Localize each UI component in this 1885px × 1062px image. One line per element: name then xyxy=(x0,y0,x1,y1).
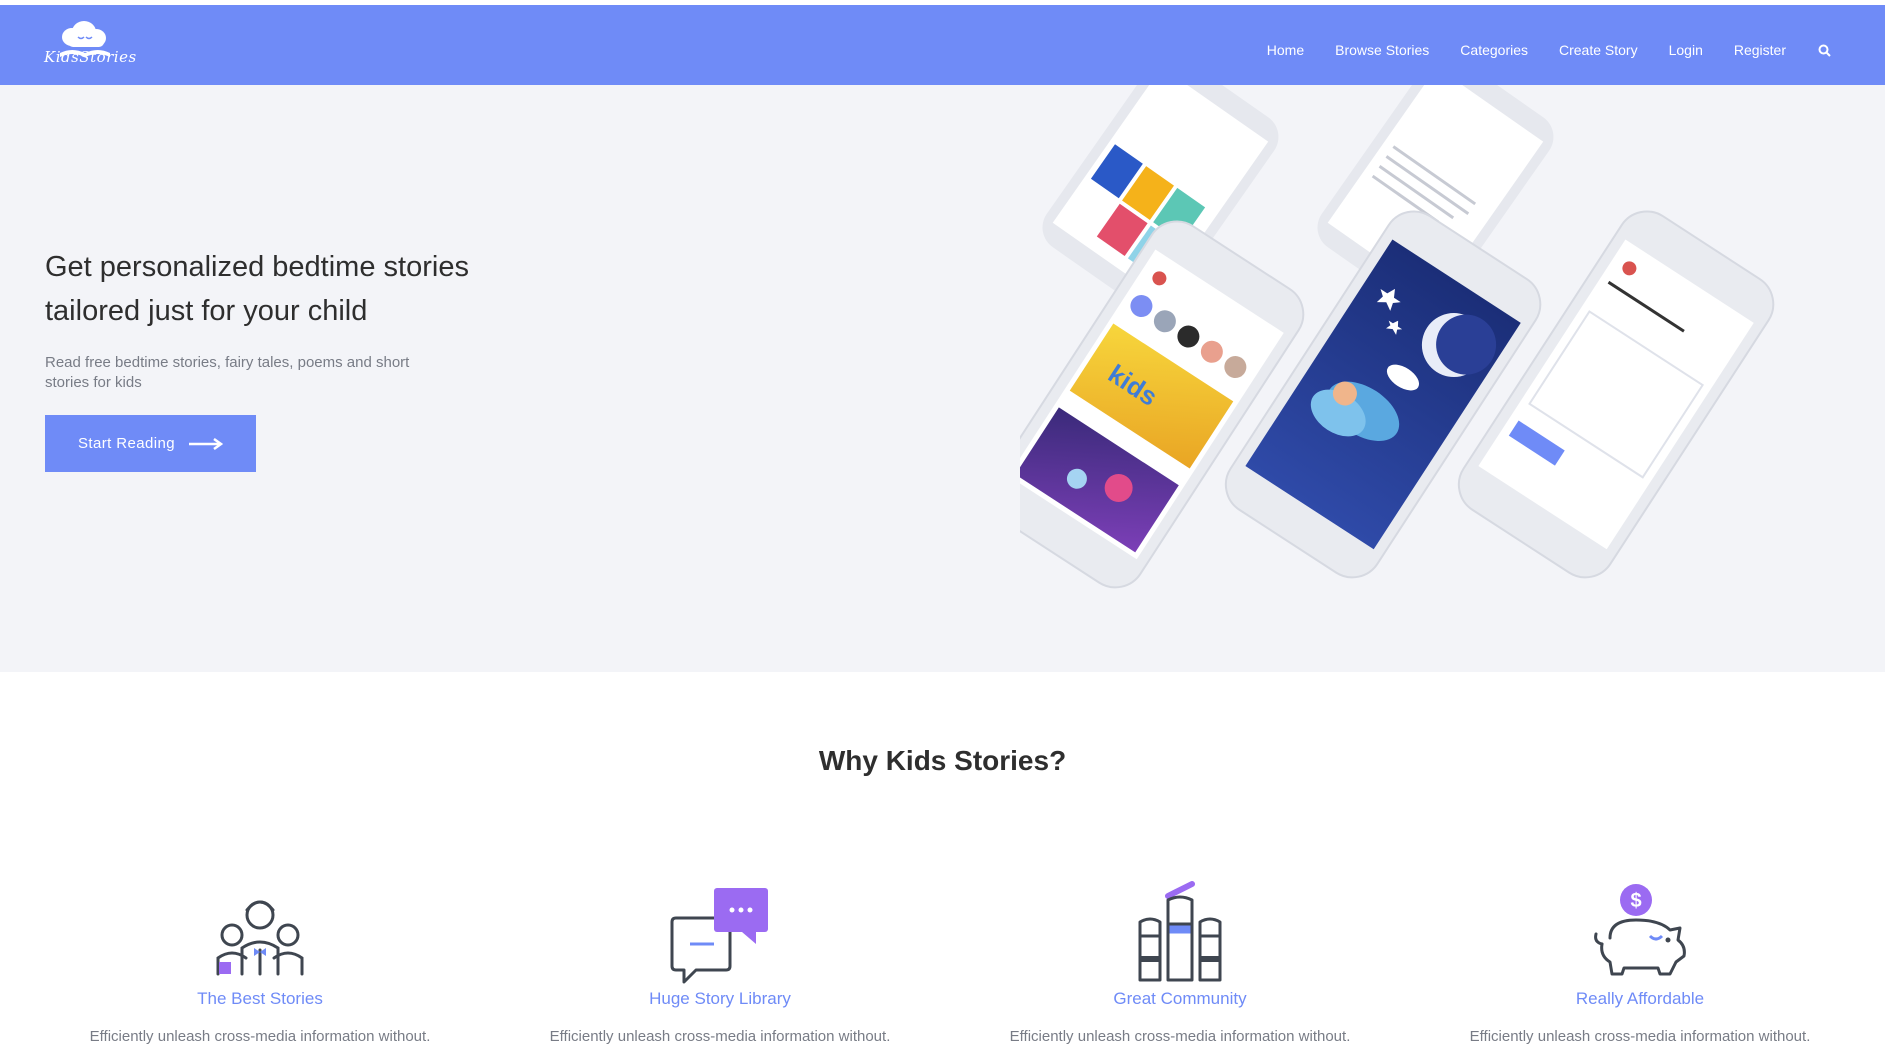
navbar: Home Browse Stories Categories Create St… xyxy=(0,5,1885,85)
main-nav: Home Browse Stories Categories Create St… xyxy=(1236,10,1831,90)
feature-title: Great Community xyxy=(1113,989,1247,1008)
feature-title: The Best Stories xyxy=(197,989,323,1008)
phone-mockup-night-story xyxy=(1224,210,1542,579)
hero-section: Get personalized bedtime stories tailore… xyxy=(0,85,1885,672)
start-reading-button[interactable]: Start Reading xyxy=(45,415,256,472)
why-heading: Why Kids Stories? xyxy=(818,745,1067,776)
logo-cloud-book-icon xyxy=(60,21,110,57)
feature-title: Really Affordable xyxy=(1575,989,1705,1008)
nav-browse-stories[interactable]: Browse Stories xyxy=(1335,42,1429,58)
hero-subtitle: Read free bedtime stories, fairy tales, … xyxy=(45,354,410,391)
hero-title: Get personalized bedtime stories tailore… xyxy=(45,251,469,327)
nav-register[interactable]: Register xyxy=(1734,42,1786,58)
svg-text:$: $ xyxy=(1630,890,1641,912)
feature-title: Huge Story Library xyxy=(649,989,791,1008)
logo-text: KidsStories xyxy=(44,48,137,66)
arrow-right-icon xyxy=(188,437,223,450)
feature-description: Efficiently unleash cross-media informat… xyxy=(549,1028,891,1045)
logo[interactable] xyxy=(42,17,128,75)
nav-create-story[interactable]: Create Story xyxy=(1559,42,1638,58)
nav-categories[interactable]: Categories xyxy=(1460,42,1528,58)
features-row: The Best Stories Efficiently unleash cro… xyxy=(0,880,1885,1062)
chat-bubbles-icon xyxy=(670,888,768,984)
feature-description: Efficiently unleash cross-media informat… xyxy=(1469,1028,1811,1045)
nav-home[interactable]: Home xyxy=(1267,42,1304,58)
search-button[interactable] xyxy=(1818,44,1831,57)
feature-description: Efficiently unleash cross-media informat… xyxy=(1009,1028,1351,1045)
phone-mockup-add-story xyxy=(1457,210,1775,579)
nav-login[interactable]: Login xyxy=(1669,42,1703,58)
feature-description: Efficiently unleash cross-media informat… xyxy=(89,1028,431,1045)
start-reading-label: Start Reading xyxy=(78,435,175,452)
piggy-bank-icon: $ xyxy=(1594,884,1686,976)
phone-mockup-feed: kids xyxy=(1020,220,1305,589)
app-mockup-illustration: kids xyxy=(1020,85,1820,672)
search-icon xyxy=(1818,44,1831,57)
family-icon xyxy=(216,900,304,976)
raised-hands-icon xyxy=(1138,881,1222,982)
